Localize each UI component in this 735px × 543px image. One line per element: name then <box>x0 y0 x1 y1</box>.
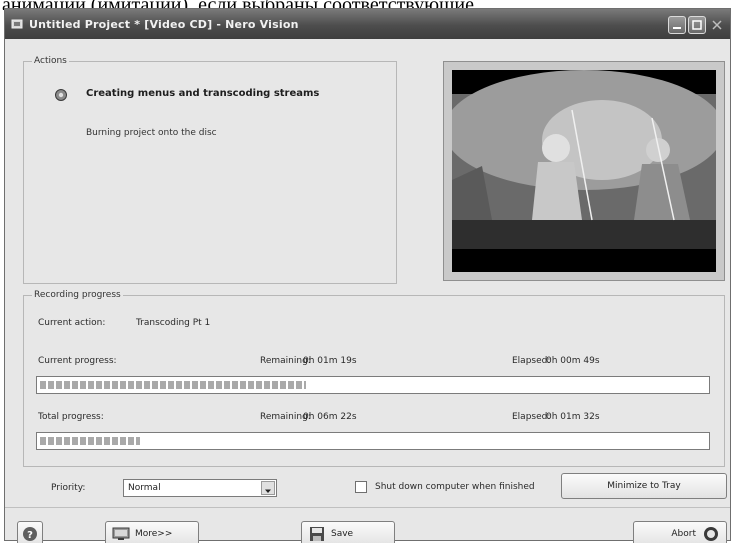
preview-frame <box>452 70 716 272</box>
abort-icon <box>704 527 718 541</box>
abort-label: Abort <box>671 529 696 539</box>
total-elapsed-value: 0h 01m 32s <box>546 412 600 422</box>
help-button[interactable]: ? <box>17 521 43 543</box>
total-elapsed-label: Elapsed: <box>512 412 551 422</box>
video-preview <box>443 61 725 281</box>
nero-vision-window: Untitled Project * [Video CD] - Nero Vis… <box>4 8 731 543</box>
current-remaining-value: 0h 01m 19s <box>303 356 357 366</box>
recording-progress-group: Recording progress Current action: Trans… <box>23 289 725 467</box>
more-label: More>> <box>135 529 173 539</box>
priority-label: Priority: <box>51 483 86 493</box>
title-bar[interactable]: Untitled Project * [Video CD] - Nero Vis… <box>5 9 730 39</box>
chevron-down-icon <box>265 489 271 493</box>
minimize-button[interactable] <box>668 16 686 34</box>
action-subtitle: Burning project onto the disc <box>86 128 217 138</box>
monitor-icon <box>112 527 130 540</box>
recording-progress-label: Recording progress <box>32 289 123 301</box>
help-icon: ? <box>23 527 37 541</box>
total-progress-fill <box>40 437 140 445</box>
total-remaining-value: 0h 06m 22s <box>303 412 357 422</box>
save-label: Save <box>331 529 354 539</box>
minimize-icon <box>673 27 681 29</box>
floppy-disk-icon <box>310 527 324 541</box>
current-action-value: Transcoding Pt 1 <box>136 318 211 328</box>
priority-select[interactable]: Normal <box>123 479 277 497</box>
maximize-icon <box>692 20 702 30</box>
gear-icon <box>55 89 67 101</box>
actions-group: Actions Creating menus and transcoding s… <box>23 55 397 284</box>
preview-image <box>452 70 716 272</box>
total-progress-bar <box>36 432 710 450</box>
window-title: Untitled Project * [Video CD] - Nero Vis… <box>29 17 299 31</box>
minimize-to-tray-label: Minimize to Tray <box>607 481 681 491</box>
close-button[interactable] <box>708 16 726 34</box>
current-elapsed-value: 0h 00m 49s <box>546 356 600 366</box>
current-action-label: Current action: <box>38 318 106 328</box>
current-progress-bar <box>36 376 710 394</box>
current-elapsed-label: Elapsed: <box>512 356 551 366</box>
shutdown-checkbox[interactable] <box>355 481 367 493</box>
dropdown-button[interactable] <box>261 481 275 495</box>
svg-text:?: ? <box>27 530 33 541</box>
minimize-to-tray-button[interactable]: Minimize to Tray <box>561 473 727 499</box>
maximize-button[interactable] <box>688 16 706 34</box>
close-icon <box>712 20 722 30</box>
nero-app-icon <box>11 19 23 29</box>
current-progress-fill <box>40 381 307 389</box>
more-button[interactable]: More>> <box>105 521 199 543</box>
action-title: Creating menus and transcoding streams <box>86 88 320 99</box>
abort-button[interactable]: Abort <box>633 521 727 543</box>
priority-value: Normal <box>128 483 161 493</box>
shutdown-checkbox-label[interactable]: Shut down computer when finished <box>375 482 535 492</box>
actions-group-label: Actions <box>32 55 69 67</box>
save-button[interactable]: Save <box>301 521 395 543</box>
current-progress-label: Current progress: <box>38 356 117 366</box>
total-progress-label: Total progress: <box>38 412 104 422</box>
